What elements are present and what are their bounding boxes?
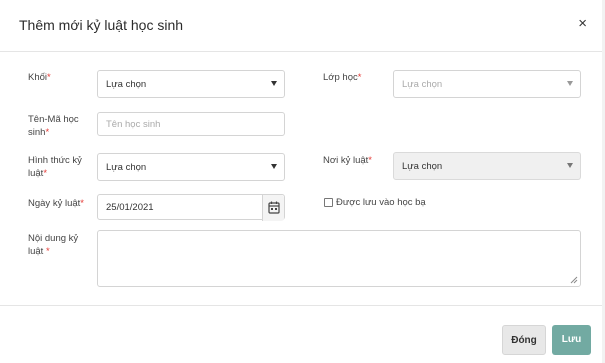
ngay-ky-luat-label: Ngày kỷ luật* [28, 198, 84, 209]
hinh-thuc-select[interactable]: Lựa chọn [97, 153, 285, 181]
noi-ky-luat-select[interactable]: Lựa chọn [393, 152, 581, 180]
save-button[interactable]: Lưu [552, 325, 591, 355]
ten-hoc-sinh-input[interactable]: Tên học sinh [97, 112, 285, 136]
ten-hoc-sinh-label: Tên-Mã học sinh* [28, 114, 79, 138]
lop-hoc-select[interactable]: Lựa chọn [393, 70, 581, 98]
chevron-down-icon [271, 81, 277, 86]
chevron-down-icon [567, 81, 573, 86]
luu-hoc-ba-option[interactable]: Được lưu vào học bạ [324, 197, 426, 208]
luu-hoc-ba-checkbox[interactable] [324, 198, 333, 207]
close-button[interactable]: Đóng [502, 325, 546, 355]
dialog-footer: Đóng Lưu [0, 305, 605, 363]
dialog-title: Thêm mới kỷ luật học sinh [19, 17, 184, 33]
dialog-header: Thêm mới kỷ luật học sinh × [0, 0, 605, 52]
khoi-select[interactable]: Lựa chọn [97, 70, 285, 98]
hinh-thuc-label: Hình thức kỷ luật* [28, 155, 82, 179]
calendar-icon[interactable] [262, 195, 284, 221]
close-icon[interactable]: × [578, 16, 587, 31]
luu-hoc-ba-label: Được lưu vào học bạ [336, 197, 426, 208]
chevron-down-icon [271, 164, 277, 169]
noi-dung-label: Nội dung kỷ luật * [28, 233, 79, 257]
resize-handle-icon[interactable] [570, 276, 578, 284]
noi-dung-textarea[interactable] [97, 230, 581, 287]
noi-ky-luat-label: Nơi kỷ luật* [323, 155, 372, 166]
khoi-label: Khối* [28, 72, 51, 83]
chevron-down-icon [567, 163, 573, 168]
ngay-ky-luat-input[interactable]: 25/01/2021 [97, 194, 285, 221]
add-discipline-dialog: Thêm mới kỷ luật học sinh × Khối* Lựa ch… [0, 0, 605, 363]
lop-hoc-label: Lớp học* [323, 72, 362, 83]
